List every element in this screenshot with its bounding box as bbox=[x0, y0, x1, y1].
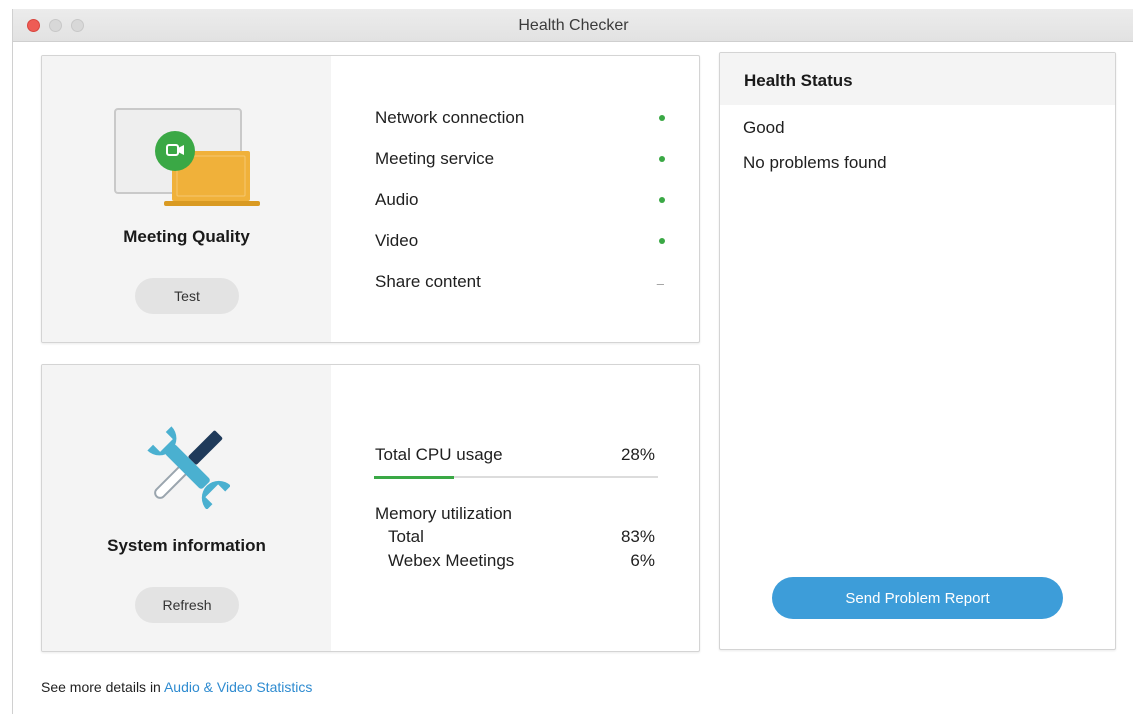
memory-webex-label: Webex Meetings bbox=[388, 551, 515, 570]
meeting-quality-panel: Meeting Quality Test Network connection … bbox=[41, 55, 700, 343]
check-label: Meeting service bbox=[375, 149, 495, 168]
meeting-quality-title: Meeting Quality bbox=[123, 227, 250, 246]
check-video: Video bbox=[375, 231, 665, 255]
cpu-usage-bar-fill bbox=[374, 476, 454, 479]
check-network-connection: Network connection bbox=[375, 108, 665, 132]
check-meeting-service: Meeting service bbox=[375, 149, 665, 173]
health-status-value: Good bbox=[743, 118, 785, 137]
audio-video-statistics-link[interactable]: Audio & Video Statistics bbox=[164, 679, 312, 695]
system-information-panel: System information Refresh Total CPU usa… bbox=[41, 364, 700, 652]
memory-webex-row: Webex Meetings 6% bbox=[375, 551, 655, 573]
health-status-title: Health Status bbox=[744, 71, 853, 90]
test-button[interactable]: Test bbox=[135, 278, 239, 314]
memory-webex-value: 6% bbox=[630, 551, 655, 570]
memory-utilization-label: Memory utilization bbox=[375, 504, 512, 523]
check-share-content: Share content – bbox=[375, 272, 665, 296]
check-label: Share content bbox=[375, 272, 481, 291]
health-checker-window: Health Checker Meeting Quality Test Netw… bbox=[12, 9, 1133, 714]
health-status-header: Health Status bbox=[720, 53, 1115, 105]
status-ok-icon bbox=[659, 156, 665, 162]
status-none-icon: – bbox=[656, 276, 664, 291]
meeting-device-icon bbox=[114, 108, 260, 206]
status-ok-icon bbox=[659, 238, 665, 244]
check-audio: Audio bbox=[375, 190, 665, 214]
health-status-panel: Health Status Good No problems found Sen… bbox=[719, 52, 1116, 650]
health-status-message: No problems found bbox=[743, 153, 887, 172]
window-title: Health Checker bbox=[518, 17, 629, 34]
check-label: Audio bbox=[375, 190, 419, 209]
system-information-title: System information bbox=[107, 536, 266, 555]
memory-total-value: 83% bbox=[620, 527, 655, 546]
status-ok-icon bbox=[659, 197, 665, 203]
cpu-usage-label: Total CPU usage bbox=[375, 445, 503, 464]
status-ok-icon bbox=[659, 115, 665, 121]
refresh-button[interactable]: Refresh bbox=[135, 587, 239, 623]
send-problem-report-button[interactable]: Send Problem Report bbox=[772, 577, 1063, 619]
memory-total-row: Total 83% bbox=[375, 527, 655, 549]
check-label: Video bbox=[375, 231, 419, 250]
title-bar[interactable]: Health Checker bbox=[13, 9, 1133, 42]
memory-total-label: Total bbox=[388, 527, 424, 546]
memory-utilization-heading-row: Memory utilization bbox=[375, 504, 655, 526]
meeting-quality-summary: Meeting Quality Test bbox=[42, 56, 331, 342]
footer-details: See more details in Audio & Video Statis… bbox=[41, 679, 312, 695]
cpu-usage-row: Total CPU usage 28% bbox=[375, 445, 655, 467]
system-information-summary: System information Refresh bbox=[42, 365, 331, 651]
tools-icon bbox=[147, 426, 230, 509]
check-label: Network connection bbox=[375, 108, 525, 127]
cpu-usage-bar bbox=[374, 476, 658, 479]
cpu-usage-value: 28% bbox=[620, 445, 655, 464]
footer-prefix: See more details in bbox=[41, 679, 164, 695]
